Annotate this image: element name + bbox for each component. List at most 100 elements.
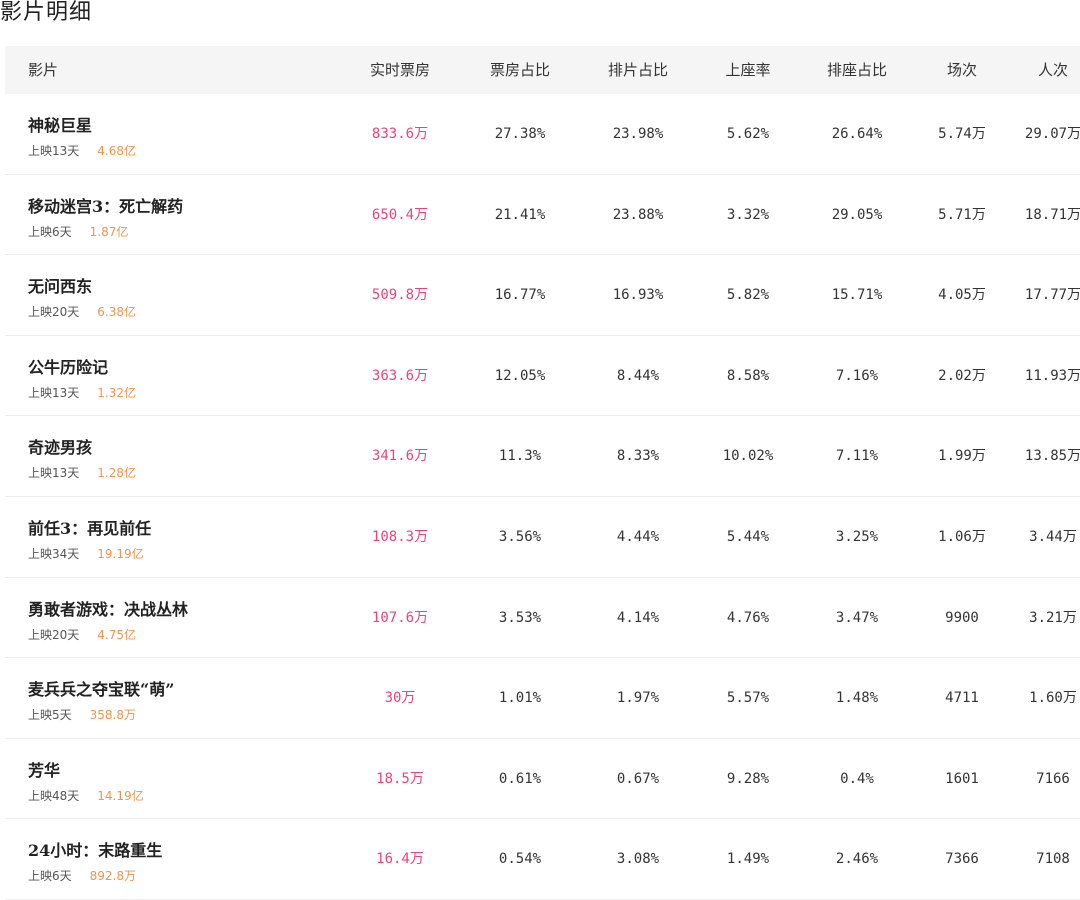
movie-meta: 上映5天 358.8万	[28, 706, 136, 723]
realtime-box-cell: 30万	[384, 690, 416, 707]
seat-share-cell: 3.25%	[835, 528, 879, 545]
box-share-cell: 0.54%	[498, 851, 542, 868]
total-box-office: 1.32亿	[97, 385, 137, 400]
schedule-share-cell: 16.93%	[612, 287, 664, 304]
total-box-office: 4.75亿	[97, 627, 137, 642]
audience-cell: 18.71万	[1024, 206, 1080, 223]
seat-share-cell: 7.16%	[835, 367, 879, 384]
movie-name[interactable]: 勇敢者游戏：决战丛林	[28, 596, 188, 620]
col-header-realtime-box[interactable]: 实时票房	[345, 46, 455, 94]
movie-meta: 上映48天 14.19亿	[28, 787, 144, 804]
schedule-share-cell: 4.14%	[616, 609, 660, 626]
table-row[interactable]: 芳华 上映48天 14.19亿 18.5万 0.61% 0.67% 9.28% 0.4% 160…	[5, 739, 1080, 820]
realtime-box-cell: 650.4万	[371, 206, 429, 223]
table-row[interactable]: 前任3：再见前任 上映34天 19.19亿 108.3万 3.56% 4.44% 5.44%…	[5, 497, 1080, 578]
occupancy-cell: 4.76%	[726, 609, 770, 626]
audience-cell: 13.85万	[1024, 448, 1080, 465]
movie-name[interactable]: 神秘巨星	[28, 112, 92, 136]
table-row[interactable]: 移动迷宫3：死亡解药 上映6天 1.87亿 650.4万 21.41% 23.88% 3.3…	[5, 175, 1080, 256]
occupancy-cell: 8.58%	[726, 367, 770, 384]
box-share-cell: 21.41%	[494, 206, 546, 223]
movie-meta: 上映13天 1.28亿	[28, 464, 136, 481]
box-share-cell: 1.01%	[498, 690, 542, 707]
schedule-share-cell: 8.33%	[616, 448, 660, 465]
col-header-seat-share[interactable]: 排座占比	[802, 46, 912, 94]
movie-name[interactable]: 无问西东	[28, 273, 92, 297]
occupancy-cell: 10.02%	[722, 448, 774, 465]
occupancy-cell: 5.57%	[726, 690, 770, 707]
movie-name[interactable]: 24小时：末路重生	[28, 837, 162, 861]
table-row[interactable]: 无问西东 上映20天 6.38亿 509.8万 16.77% 16.93% 5.82% 15.…	[5, 255, 1080, 336]
audience-cell: 3.21万	[1029, 609, 1077, 626]
seat-share-cell: 7.11%	[835, 448, 879, 465]
occupancy-cell: 9.28%	[726, 770, 770, 787]
schedule-share-cell: 3.08%	[616, 851, 660, 868]
release-days: 上映13天	[28, 466, 80, 481]
realtime-box-cell: 341.6万	[371, 448, 429, 465]
total-box-office: 4.68亿	[97, 144, 137, 158]
total-box-office: 1.28亿	[97, 466, 137, 481]
movie-name[interactable]: 麦兵兵之夺宝联“萌”	[28, 676, 174, 700]
seat-share-cell: 15.71%	[831, 287, 883, 304]
movie-meta: 上映34天 19.19亿	[28, 545, 144, 562]
movie-meta: 上映13天 1.32亿	[28, 384, 136, 401]
table-header: 影片 实时票房 票房占比 排片占比 上座率 排座占比 场次 人次	[5, 46, 1080, 94]
release-days: 上映13天	[28, 144, 80, 158]
total-box-office: 892.8万	[89, 869, 136, 884]
release-days: 上映20天	[28, 305, 80, 320]
seat-share-cell: 26.64%	[831, 126, 883, 142]
movie-name[interactable]: 移动迷宫3：死亡解药	[28, 193, 183, 217]
box-share-cell: 0.61%	[498, 770, 542, 787]
col-header-audience[interactable]: 人次	[998, 46, 1080, 94]
realtime-box-cell: 18.5万	[376, 770, 424, 787]
release-days: 上映34天	[28, 546, 80, 561]
audience-cell: 11.93万	[1024, 367, 1080, 384]
total-box-office: 358.8万	[89, 708, 136, 723]
realtime-box-cell: 108.3万	[371, 528, 429, 545]
occupancy-cell: 5.44%	[726, 528, 770, 545]
occupancy-cell: 5.62%	[726, 126, 770, 142]
release-days: 上映20天	[28, 627, 80, 642]
release-days: 上映6天	[28, 224, 72, 239]
table-row[interactable]: 24小时：末路重生 上映6天 892.8万 16.4万 0.54% 3.08% 1.49% 2…	[5, 819, 1080, 900]
movie-meta: 上映20天 6.38亿	[28, 303, 136, 320]
col-header-occupancy[interactable]: 上座率	[693, 46, 803, 94]
audience-cell: 7166	[1036, 770, 1070, 787]
occupancy-cell: 1.49%	[726, 851, 770, 868]
seat-share-cell: 0.4%	[840, 770, 874, 787]
col-header-box-share[interactable]: 票房占比	[465, 46, 575, 94]
schedule-share-cell: 0.67%	[616, 770, 660, 787]
seat-share-cell: 1.48%	[835, 690, 879, 707]
movie-name[interactable]: 公牛历险记	[28, 354, 108, 378]
movie-meta: 上映6天 1.87亿	[28, 223, 128, 240]
table-body: 神秘巨星 上映13天 4.68亿 833.6万 27.38% 23.98% 5.62% 26.…	[5, 94, 1080, 900]
audience-cell: 17.77万	[1024, 287, 1080, 304]
table-row[interactable]: 勇敢者游戏：决战丛林 上映20天 4.75亿 107.6万 3.53% 4.14% 4.76…	[5, 578, 1080, 659]
table-row[interactable]: 神秘巨星 上映13天 4.68亿 833.6万 27.38% 23.98% 5.62% 26.…	[5, 94, 1080, 175]
movie-name[interactable]: 芳华	[28, 757, 60, 781]
box-share-cell: 12.05%	[494, 367, 546, 384]
seat-share-cell: 29.05%	[831, 206, 883, 223]
schedule-share-cell: 23.88%	[612, 206, 664, 223]
release-days: 上映13天	[28, 385, 80, 400]
movie-table: 影片 实时票房 票房占比 排片占比 上座率 排座占比 场次 人次 神秘巨星上映1…	[5, 46, 1080, 900]
movie-meta: 上映20天 4.75亿	[28, 626, 136, 643]
table-row[interactable]: 公牛历险记 上映13天 1.32亿 363.6万 12.05% 8.44% 8.58% 7.1…	[5, 336, 1080, 417]
audience-cell: 3.44万	[1029, 528, 1077, 545]
box-share-cell: 11.3%	[498, 448, 542, 465]
schedule-share-cell: 1.97%	[616, 690, 660, 707]
release-days: 上映48天	[28, 788, 80, 803]
release-days: 上映5天	[28, 708, 72, 723]
col-header-movie[interactable]: 影片	[28, 46, 58, 94]
realtime-box-cell: 509.8万	[371, 287, 429, 304]
seat-share-cell: 3.47%	[835, 609, 879, 626]
col-header-schedule-share[interactable]: 排片占比	[583, 46, 693, 94]
table-row[interactable]: 麦兵兵之夺宝联“萌” 上映5天 358.8万 30万 1.01% 1.97% 5.57% 1.…	[5, 658, 1080, 739]
seat-share-cell: 2.46%	[835, 851, 879, 868]
movie-name[interactable]: 前任3：再见前任	[28, 515, 151, 539]
total-box-office: 14.19亿	[97, 788, 144, 803]
table-row[interactable]: 奇迹男孩上映13天 1.28亿 341.6万 11.3% 8.33% 10.02% 7.11…	[5, 416, 1080, 497]
realtime-box-cell: 16.4万	[376, 851, 424, 868]
movie-name[interactable]: 奇迹男孩	[28, 434, 92, 458]
audience-cell: 29.07万	[1024, 126, 1080, 142]
